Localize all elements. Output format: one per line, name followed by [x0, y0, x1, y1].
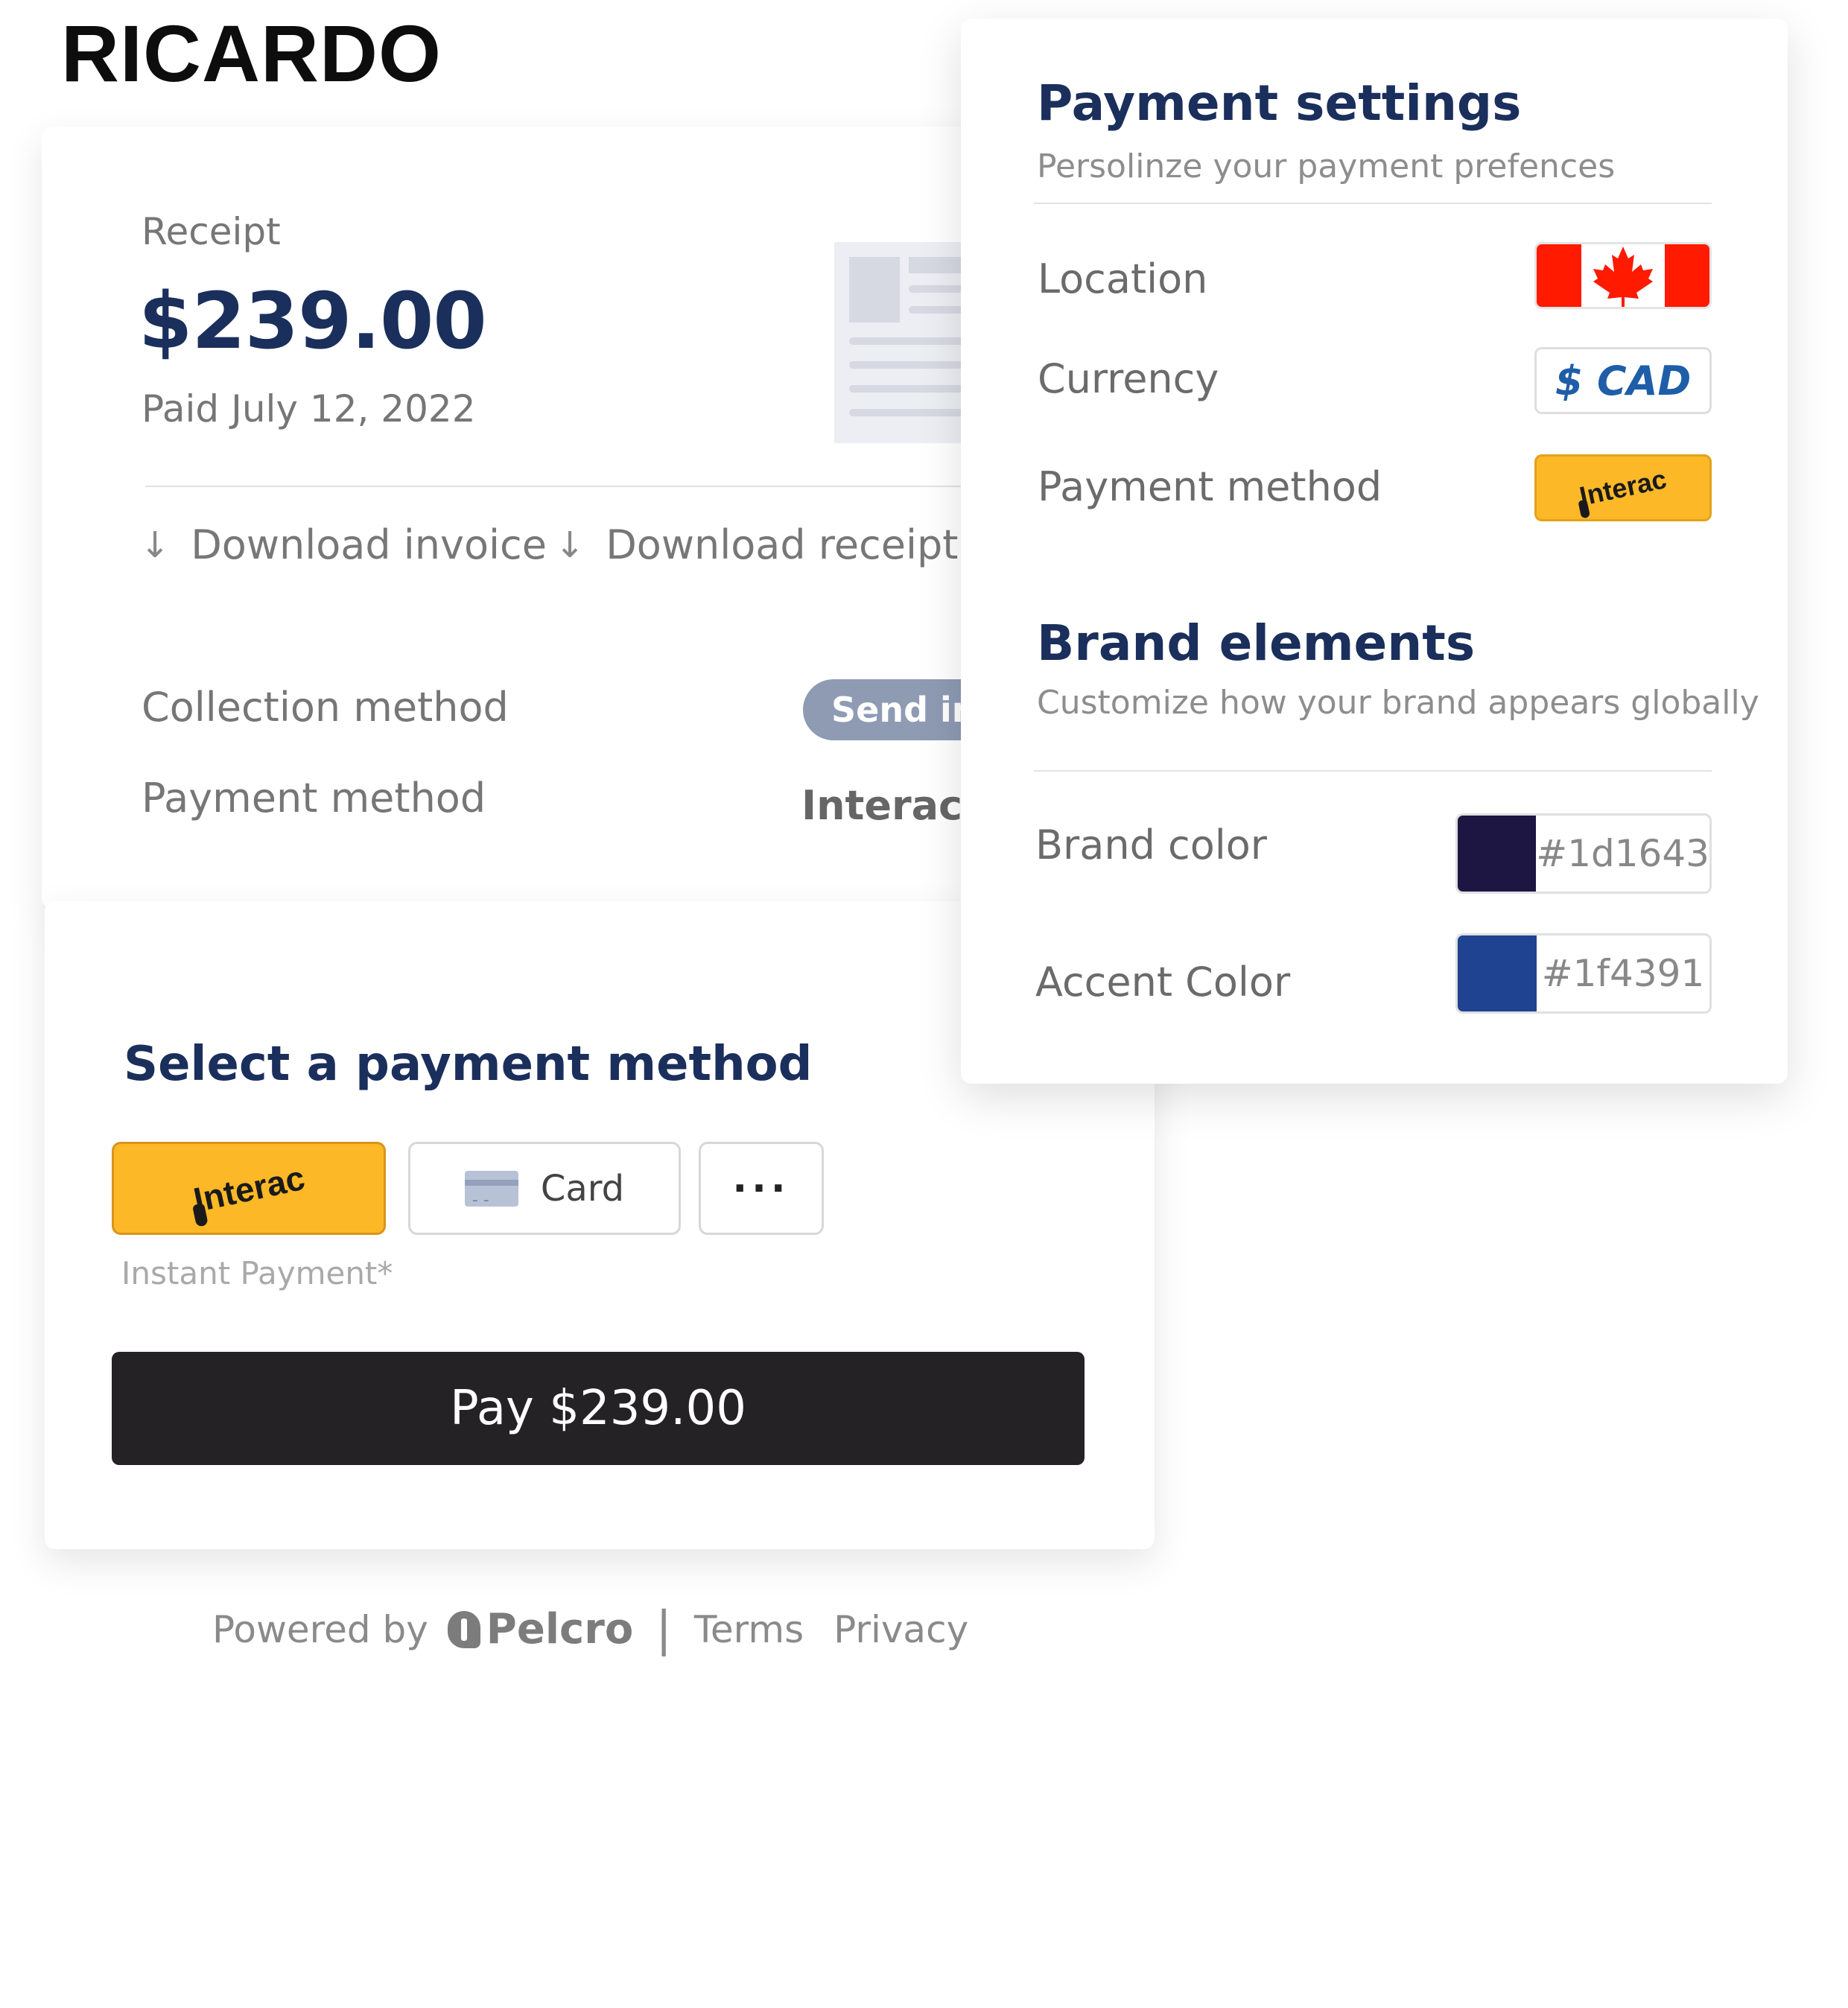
settings-divider: [1034, 770, 1712, 772]
select-payment-title: Select a payment method: [124, 1037, 813, 1092]
brand-color-field[interactable]: #1d1643: [1455, 813, 1712, 894]
card-option-label: Card: [540, 1167, 625, 1210]
more-horizontal-icon: ···: [732, 1166, 790, 1211]
pay-button[interactable]: Pay $239.00: [112, 1352, 1085, 1465]
card-option-button[interactable]: Card: [408, 1142, 681, 1235]
receipt-label: Receipt: [142, 210, 281, 253]
credit-card-icon: [464, 1170, 518, 1210]
privacy-link[interactable]: Privacy: [833, 1608, 968, 1651]
collection-method-label: Collection method: [142, 684, 509, 731]
pelcro-label: Pelcro: [486, 1605, 634, 1653]
accent-color-swatch[interactable]: [1458, 935, 1537, 1011]
download-invoice-label: Download invoice: [191, 521, 547, 568]
accent-color-field[interactable]: #1f4391: [1455, 933, 1712, 1014]
currency-label: Currency: [1038, 355, 1219, 402]
settings-divider: [1034, 203, 1712, 204]
settings-payment-method-label: Payment method: [1038, 463, 1382, 510]
arrow-down-icon: ↓: [140, 524, 171, 566]
brand-elements-subtitle: Customize how your brand appears globall…: [1037, 684, 1759, 722]
footer: Powered by Pelcro | Terms Privacy: [212, 1605, 968, 1653]
brand-color-hex: #1d1643: [1536, 832, 1709, 875]
pelcro-logo-icon: [447, 1610, 480, 1648]
more-options-button[interactable]: ···: [699, 1142, 824, 1235]
brand-elements-title: Brand elements: [1037, 614, 1476, 672]
location-selector[interactable]: [1534, 242, 1712, 309]
powered-by-label: Powered by: [212, 1607, 428, 1651]
brand-color-swatch[interactable]: [1458, 816, 1537, 892]
arrow-down-icon: ↓: [555, 524, 585, 566]
receipt-paid-date: Paid July 12, 2022: [142, 387, 476, 430]
payment-settings-subtitle: Persolinze your payment prefences: [1037, 147, 1616, 185]
payment-method-selector[interactable]: Interac: [1534, 454, 1712, 521]
instant-payment-label: Instant Payment*: [121, 1255, 393, 1291]
interac-logo: Interac: [1577, 463, 1669, 519]
ricardo-logo: RICARDO: [61, 8, 442, 98]
receipt-amount: $239.00: [139, 276, 487, 366]
footer-separator: |: [655, 1601, 672, 1657]
terms-link[interactable]: Terms: [694, 1608, 804, 1651]
accent-color-hex: #1f4391: [1541, 952, 1705, 995]
brand-color-label: Brand color: [1035, 822, 1267, 868]
pelcro-link[interactable]: Pelcro: [447, 1605, 634, 1653]
interac-option-button[interactable]: Interac: [112, 1142, 386, 1235]
payment-settings-title: Payment settings: [1037, 74, 1522, 132]
canada-flag-icon: [1593, 247, 1653, 307]
currency-selector[interactable]: $ CAD: [1534, 347, 1712, 414]
download-receipt-link[interactable]: ↓ Download receipt: [555, 521, 958, 568]
currency-value: $ CAD: [1555, 357, 1692, 404]
receipt-divider: [145, 486, 1039, 487]
download-invoice-link[interactable]: ↓ Download invoice: [140, 521, 547, 568]
accent-color-label: Accent Color: [1035, 959, 1291, 1005]
receipt-payment-method-label: Payment method: [142, 775, 486, 822]
pay-button-label: Pay $239.00: [450, 1381, 746, 1436]
interac-logo: Interac: [190, 1157, 308, 1227]
download-receipt-label: Download receipt: [606, 521, 959, 568]
location-label: Location: [1038, 255, 1208, 302]
